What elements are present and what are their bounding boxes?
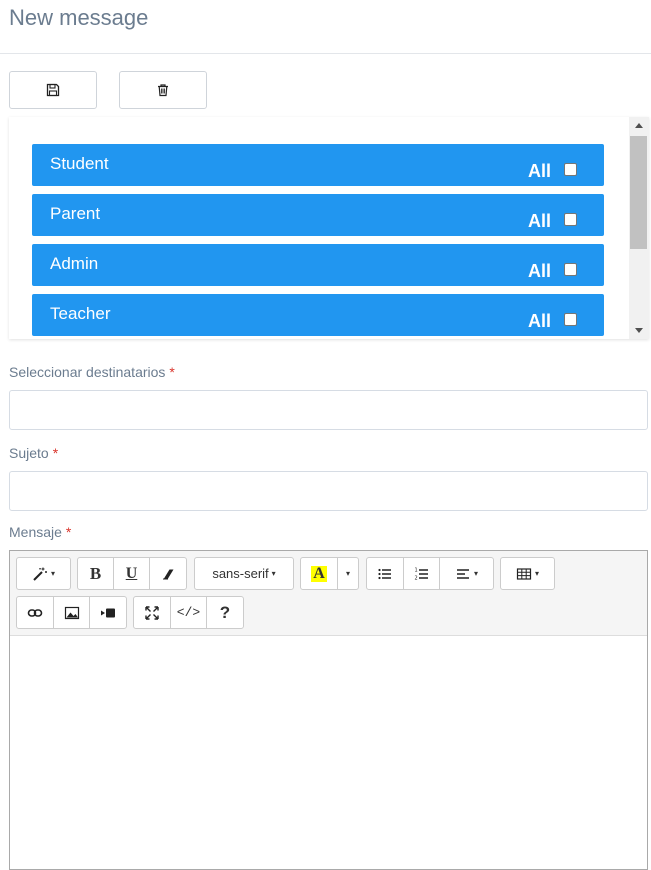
role-item-parent[interactable]: Parent All: [32, 194, 604, 236]
recipients-label: Seleccionar destinatarios *: [9, 364, 175, 380]
delete-button[interactable]: [119, 71, 207, 109]
role-all-checkbox[interactable]: [564, 163, 577, 176]
recipients-input[interactable]: [9, 390, 648, 430]
role-label: Student: [50, 154, 109, 173]
style-dropdown-button[interactable]: ▾: [16, 557, 71, 590]
message-label: Mensaje *: [9, 524, 71, 540]
clear-format-button[interactable]: [149, 557, 187, 590]
role-all-checkbox[interactable]: [564, 313, 577, 326]
insert-video-button[interactable]: [89, 596, 127, 629]
color-dropdown-button[interactable]: ▾: [337, 557, 359, 590]
table-icon: [516, 567, 532, 580]
svg-text:1: 1: [414, 567, 417, 573]
subject-input[interactable]: [9, 471, 648, 511]
chevron-down-icon: ▾: [271, 569, 276, 578]
ordered-list-icon: 12: [414, 567, 428, 581]
floppy-icon: [46, 83, 60, 97]
code-view-button[interactable]: </>: [170, 596, 207, 629]
ordered-list-button[interactable]: 12: [403, 557, 440, 590]
image-icon: [64, 606, 79, 619]
insert-image-button[interactable]: [53, 596, 90, 629]
subject-label-text: Sujeto: [9, 445, 49, 461]
role-all-checkbox[interactable]: [564, 263, 577, 276]
align-icon: [456, 568, 469, 579]
highlight-icon: A: [311, 564, 327, 582]
message-label-text: Mensaje: [9, 524, 62, 540]
role-all-label: All: [528, 311, 552, 331]
role-label: Teacher: [50, 304, 111, 323]
help-button[interactable]: ?: [206, 596, 244, 629]
underline-icon: U: [125, 564, 138, 582]
role-item-teacher[interactable]: Teacher All: [32, 294, 604, 336]
help-icon: ?: [219, 602, 231, 622]
chevron-down-icon: ▾: [345, 569, 350, 578]
magic-wand-icon: [33, 567, 47, 581]
role-label: Admin: [50, 254, 99, 273]
chevron-down-icon: ▾: [534, 569, 539, 578]
scroll-up-arrow-icon[interactable]: [629, 117, 649, 134]
unordered-list-button[interactable]: [366, 557, 404, 590]
eraser-icon: [163, 569, 174, 579]
role-selector: Student All Parent All Admin All Teacher…: [9, 117, 649, 339]
subject-label: Sujeto *: [9, 445, 58, 461]
message-editor: ▾ B U sans-serif ▾ A ▾ 12 ▾ ▾ </> ?: [9, 550, 648, 870]
message-editor-area[interactable]: [10, 637, 647, 869]
paragraph-align-dropdown[interactable]: ▾: [439, 557, 494, 590]
title-divider: [0, 53, 651, 54]
chevron-down-icon: ▾: [473, 569, 478, 578]
save-button[interactable]: [9, 71, 97, 109]
chevron-down-icon: ▾: [50, 569, 55, 578]
role-all-checkbox[interactable]: [564, 213, 577, 226]
role-all-label: All: [528, 161, 552, 181]
role-item-admin[interactable]: Admin All: [32, 244, 604, 286]
role-list-scrollbar[interactable]: [629, 117, 649, 339]
scroll-thumb[interactable]: [630, 136, 647, 249]
bold-icon: B: [89, 563, 102, 583]
font-family-dropdown[interactable]: sans-serif ▾: [194, 557, 294, 590]
trash-icon: [158, 84, 168, 97]
svg-text:2: 2: [414, 575, 417, 581]
fullscreen-button[interactable]: [133, 596, 171, 629]
role-item-student[interactable]: Student All: [32, 144, 604, 186]
fullscreen-icon: [145, 605, 159, 620]
required-mark: *: [52, 445, 59, 461]
table-dropdown-button[interactable]: ▾: [500, 557, 555, 590]
highlight-color-button[interactable]: A: [300, 557, 338, 590]
role-all-label: All: [528, 261, 552, 281]
video-icon: [101, 608, 115, 617]
unordered-list-icon: [378, 568, 391, 579]
page-title: New message: [9, 5, 149, 30]
insert-link-button[interactable]: [16, 596, 54, 629]
code-view-icon: </>: [176, 605, 201, 620]
underline-button[interactable]: U: [113, 557, 150, 590]
role-label: Parent: [50, 204, 101, 223]
bold-button[interactable]: B: [77, 557, 114, 590]
link-icon: [27, 608, 43, 617]
scroll-down-arrow-icon[interactable]: [629, 322, 649, 339]
role-all-label: All: [528, 211, 552, 231]
font-family-value: sans-serif: [212, 566, 269, 581]
required-mark: *: [169, 364, 175, 380]
editor-toolbar: ▾ B U sans-serif ▾ A ▾ 12 ▾ ▾ </> ?: [10, 551, 647, 636]
required-mark: *: [65, 524, 72, 540]
recipients-label-text: Seleccionar destinatarios: [9, 364, 166, 380]
